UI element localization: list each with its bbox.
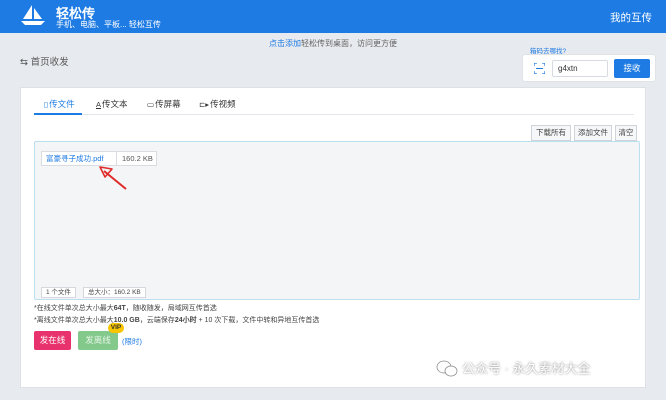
add-to-desktop-link[interactable]: 点击添加 — [269, 39, 301, 48]
breadcrumb: ⇆ 首页收发 — [20, 57, 69, 68]
tab-send-text[interactable]: A传文本 — [96, 98, 128, 110]
file-count: 1 个文件 — [41, 287, 76, 298]
send-online-button[interactable]: 发在线 — [34, 331, 71, 350]
file-drop-area[interactable]: 富豪寻子成功.pdf 160.2 KB 1 个文件 总大小：160.2 KB — [34, 141, 640, 300]
watermark-text: 公众号 · 永久素材大全 — [462, 361, 591, 376]
active-tab-indicator — [34, 113, 82, 115]
vip-badge: VIP — [108, 323, 124, 333]
file-icon: ▯ — [44, 100, 49, 109]
clear-button[interactable]: 清空 — [615, 125, 637, 141]
video-icon: ⊏▸ — [199, 100, 210, 109]
offline-limit-note: *离线文件单次总大小最大10.0 GB，云端保存24小时 + 10 次下载，文件… — [34, 317, 320, 324]
receive-button[interactable]: 接收 — [614, 59, 650, 78]
tab-send-video[interactable]: ⊏▸传视频 — [199, 98, 236, 110]
sailboat-logo-icon[interactable] — [20, 4, 46, 26]
my-transfers-link[interactable]: 我的互传 — [610, 10, 652, 25]
tab-send-file[interactable]: ▯传文件 — [44, 98, 75, 110]
receive-panel: 接收 — [522, 54, 656, 82]
online-limit-note: *在线文件单次总大小最大64T，随收随发，局域网互传首选 — [34, 305, 217, 312]
tab-bar: ▯传文件 A传文本 ▭传屏幕 ⊏▸传视频 — [34, 93, 634, 115]
add-file-button[interactable]: 添加文件 — [574, 125, 612, 141]
transfer-card: ▯传文件 A传文本 ▭传屏幕 ⊏▸传视频 下载所有 添加文件 清空 富豪寻子成功… — [20, 87, 646, 388]
top-bar: 轻松传 手机、电脑、平板... 轻松互传 我的互传 — [0, 0, 666, 33]
send-offline-button[interactable]: 发离线 — [78, 331, 118, 350]
red-arrow-icon — [99, 166, 127, 190]
text-icon: A — [96, 100, 102, 109]
code-input[interactable] — [552, 60, 608, 77]
tab-send-screen[interactable]: ▭传屏幕 — [147, 98, 181, 110]
scan-icon[interactable] — [534, 63, 545, 74]
download-all-button[interactable]: 下载所有 — [531, 125, 571, 141]
app-subtitle: 手机、电脑、平板... 轻松互传 — [56, 20, 161, 29]
total-size: 总大小：160.2 KB — [83, 287, 146, 298]
screen-icon: ▭ — [147, 100, 155, 109]
limited-time-link[interactable]: (限时) — [122, 336, 142, 347]
notice-text: 轻松传到桌面，访问更方便 — [301, 39, 397, 48]
wechat-icon — [436, 360, 458, 377]
